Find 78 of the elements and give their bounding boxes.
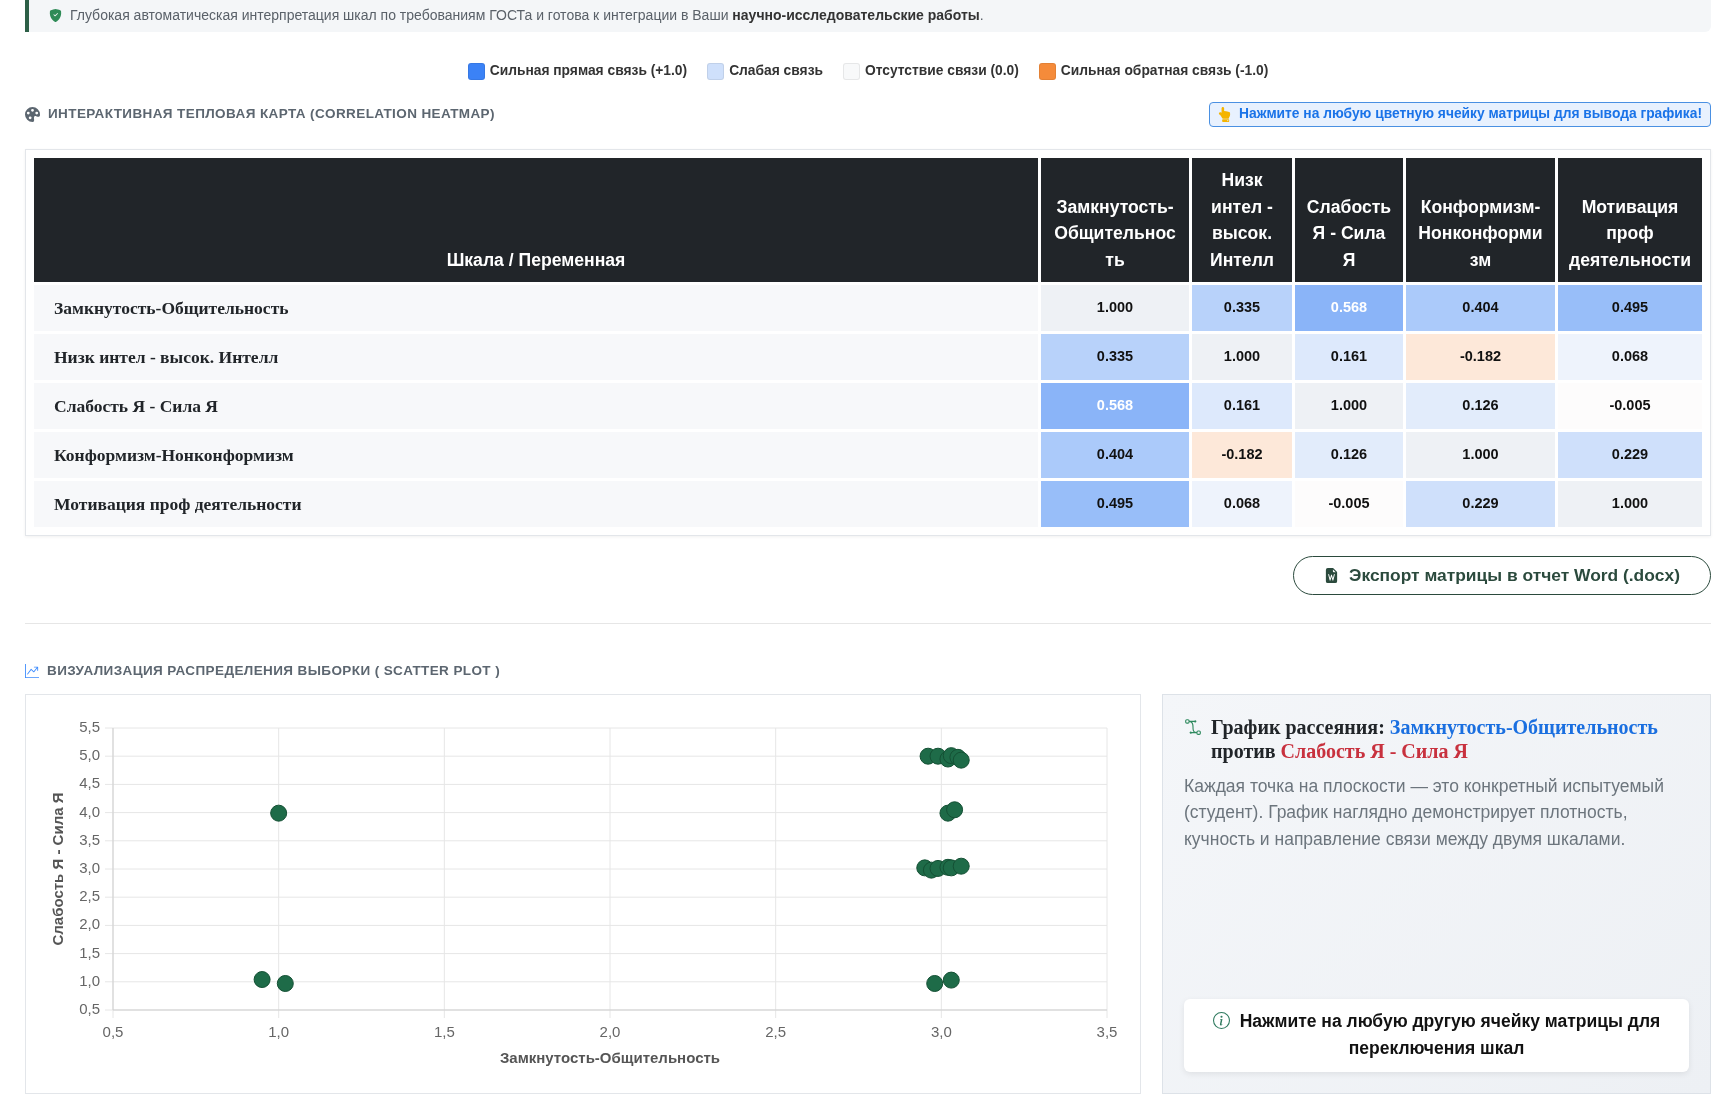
legend-label: Сильная прямая связь (+1.0): [489, 61, 688, 80]
table-cell[interactable]: 0.126: [1406, 383, 1555, 429]
table-cell[interactable]: 1.000: [1406, 432, 1555, 478]
y-tick-label: 1,5: [79, 943, 100, 961]
table-cell[interactable]: 1.000: [1295, 383, 1403, 429]
data-point: [942, 971, 960, 989]
table-cell[interactable]: 1.000: [1041, 285, 1189, 331]
y-tick-label: 4,5: [79, 774, 100, 792]
table-cell[interactable]: 0.404: [1041, 432, 1189, 478]
table-cell[interactable]: 0.404: [1406, 285, 1555, 331]
data-point: [270, 804, 288, 822]
data-point: [253, 971, 271, 989]
y-tick-label: 3,0: [79, 858, 100, 876]
x-tick-label: 1,0: [268, 1022, 290, 1040]
x-tick-label: 2,5: [765, 1022, 787, 1040]
pointing-hand-icon: [1218, 107, 1231, 122]
legend-label: Сильная обратная связь (-1.0): [1060, 61, 1269, 80]
table-cell[interactable]: 1.000: [1192, 334, 1292, 380]
x-tick-label: 1,5: [433, 1022, 455, 1040]
data-point: [946, 801, 964, 819]
table-cell[interactable]: 0.495: [1558, 285, 1702, 331]
shield-icon: [49, 8, 62, 22]
x-tick-label: 0,5: [102, 1022, 124, 1040]
y-tick-label: 2,5: [79, 887, 100, 905]
chart-icon: [25, 664, 39, 678]
banner-text: Глубокая автоматическая интерпретация шкал по требованиям ГОСТа и готова к интеграции в Ваши научно-исследовательские работы.: [70, 6, 984, 25]
table-cell[interactable]: 0.161: [1295, 334, 1403, 380]
row-header: Замкнутость-Общительность: [34, 285, 1038, 331]
legend-label: Слабая связь: [729, 61, 823, 80]
column-header: Мотивация проф деятельности: [1558, 158, 1702, 282]
x-tick-label: 3,5: [1096, 1022, 1118, 1040]
y-tick-label: 4,0: [79, 802, 100, 820]
column-header: Слабость Я - Сила Я: [1295, 158, 1403, 282]
row-header: Слабость Я - Сила Я: [34, 383, 1038, 429]
description-text: Каждая точка на плоскости — это конкретный испытуемый (студент). График наглядно демонстрирует плотность, кучность и направление связи между двумя шкалами.: [1184, 775, 1665, 851]
table-cell[interactable]: 0.161: [1192, 383, 1292, 429]
table-cell[interactable]: 0.229: [1558, 432, 1702, 478]
table-cell[interactable]: 0.495: [1041, 481, 1189, 527]
table-cell[interactable]: 0.068: [1192, 481, 1292, 527]
hint-text: Нажмите на любую другую ячейку матрицы для переключения шкал: [1239, 1010, 1661, 1059]
palette-icon: [25, 107, 40, 122]
column-header: Шкала / Переменная: [34, 158, 1038, 282]
y-tick-label: 3,5: [79, 830, 100, 848]
x-axis-title: Замкнутость-Общительность: [499, 1048, 721, 1066]
table-cell[interactable]: 1.000: [1558, 481, 1702, 527]
y-tick-label: 5,0: [79, 746, 100, 764]
data-point: [926, 975, 944, 992]
y-tick-label: 0,5: [79, 999, 100, 1017]
row-header: Конформизм-Нонконформизм: [34, 432, 1038, 478]
row-header: Мотивация проф деятельности: [34, 481, 1038, 527]
info-icon: [1212, 1011, 1230, 1029]
table-cell[interactable]: -0.182: [1192, 432, 1292, 478]
y-tick-label: 2,0: [79, 915, 100, 933]
x-tick-label: 2,0: [599, 1022, 621, 1040]
y-tick-label: 5,5: [79, 717, 100, 735]
column-header: Замкнутость-Общительность: [1041, 158, 1189, 282]
column-header: Низк интел - высок. Интелл: [1192, 158, 1292, 282]
data-point: [952, 857, 970, 875]
table-cell[interactable]: 0.068: [1558, 334, 1702, 380]
word-file-icon: [1324, 567, 1340, 584]
y-axis-title: Слабость Я - Сила Я: [48, 792, 66, 946]
legend-label: Отсутствие связи (0.0): [864, 61, 1019, 80]
export-button[interactable]: Экспорт матрицы в отчет Word (.docx): [1293, 556, 1711, 595]
section-title: ВИЗУАЛИЗАЦИЯ РАСПРЕДЕЛЕНИЯ ВЫБОРКИ ( SCATTER PLOT ): [47, 661, 501, 680]
table-cell[interactable]: 0.126: [1295, 432, 1403, 478]
x-tick-label: 3,0: [930, 1022, 952, 1040]
hint-text: Нажмите на любую цветную ячейку матрицы для вывода графика!: [1239, 105, 1702, 124]
table-cell[interactable]: 0.335: [1041, 334, 1189, 380]
table-cell[interactable]: -0.182: [1406, 334, 1555, 380]
table-cell[interactable]: 0.229: [1406, 481, 1555, 527]
table-cell[interactable]: 0.335: [1192, 285, 1292, 331]
data-point: [276, 975, 294, 992]
bezier-curve-icon: [1184, 718, 1202, 736]
column-header: Конформизм-Нонконформизм: [1406, 158, 1555, 282]
section-title: ИНТЕРАКТИВНАЯ ТЕПЛОВАЯ КАРТА (CORRELATION HEATMAP): [48, 105, 495, 124]
y-tick-label: 1,0: [79, 971, 100, 989]
row-header: Низк интел - высок. Интелл: [34, 334, 1038, 380]
scatter-title: График рассеяния: Замкнутость-Общительность против Слабость Я - Сила Я: [1211, 715, 1659, 763]
